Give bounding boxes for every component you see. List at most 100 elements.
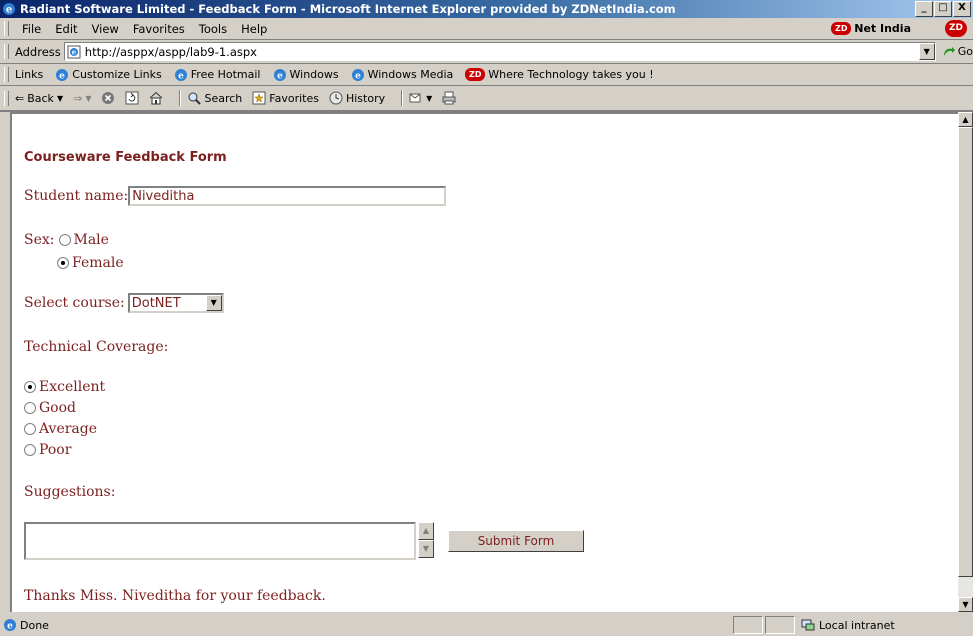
stop-button[interactable]	[101, 91, 115, 105]
mail-icon	[409, 93, 421, 103]
coverage-poor-radio[interactable]	[24, 444, 36, 456]
zone-label: Local intranet	[819, 618, 895, 632]
links-label: Links	[15, 68, 44, 81]
coverage-heading-row: Technical Coverage:	[24, 339, 168, 355]
status-text: Done	[20, 618, 49, 632]
coverage-good-row: Good	[24, 400, 76, 416]
link-windows-media[interactable]: e Windows Media	[351, 68, 454, 82]
textarea-scrollbar[interactable]: ▲ ▼	[418, 522, 434, 560]
student-name-input[interactable]: Niveditha	[128, 186, 447, 206]
chevron-down-icon[interactable]: ▼	[57, 94, 63, 103]
status-bar: e Done Local intranet	[0, 614, 973, 636]
scroll-thumb[interactable]	[958, 127, 973, 577]
toolbar-grip[interactable]	[4, 90, 9, 106]
suggestions-row: ▲ ▼ Submit Form	[24, 522, 584, 560]
link-label: Windows Media	[367, 68, 454, 81]
sex-female-label: Female	[72, 255, 124, 271]
forward-button[interactable]: ⇒ ▼	[73, 92, 91, 105]
sex-female-radio[interactable]	[57, 257, 69, 269]
scroll-down-icon[interactable]: ▼	[418, 540, 434, 558]
coverage-label: Technical Coverage:	[24, 339, 169, 355]
page-content: Courseware Feedback Form Student name: N…	[10, 112, 958, 612]
menu-edit[interactable]: Edit	[48, 22, 84, 36]
maximize-button[interactable]: □	[934, 1, 952, 17]
favorites-button[interactable]: Favorites	[252, 91, 319, 105]
svg-text:e: e	[59, 71, 65, 81]
link-where-technology[interactable]: ZD Where Technology takes you !	[465, 68, 654, 81]
links-grip[interactable]	[4, 67, 9, 82]
coverage-average-radio[interactable]	[24, 423, 36, 435]
scroll-up-icon[interactable]: ▲	[418, 522, 434, 540]
coverage-average-label: Average	[39, 421, 98, 437]
stop-icon	[102, 92, 115, 104]
back-button[interactable]: ⇐ Back ▼	[15, 92, 63, 105]
toolbar-separator	[179, 90, 182, 106]
zd-throbber-icon: ZD	[945, 20, 967, 37]
refresh-icon	[125, 91, 139, 105]
coverage-poor-row: Poor	[24, 442, 71, 458]
ie-page-icon: e	[351, 68, 364, 81]
link-free-hotmail[interactable]: e Free Hotmail	[174, 68, 261, 82]
toolbar-separator	[401, 90, 404, 106]
sex-male-radio[interactable]	[58, 234, 71, 246]
suggestions-textarea[interactable]	[24, 522, 416, 560]
coverage-excellent-label: Excellent	[39, 379, 106, 395]
printer-icon	[442, 91, 456, 105]
submit-button[interactable]: Submit Form	[448, 530, 584, 552]
print-button[interactable]	[442, 91, 456, 105]
minimize-button[interactable]: _	[915, 1, 933, 17]
course-select[interactable]: DotNET ▼	[127, 293, 224, 313]
refresh-button[interactable]	[125, 91, 139, 105]
page-icon: e	[67, 45, 81, 58]
search-label: Search	[204, 91, 243, 105]
coverage-good-radio[interactable]	[24, 402, 36, 414]
address-label: Address	[14, 44, 61, 59]
chevron-down-icon[interactable]: ▼	[918, 43, 935, 60]
history-button[interactable]: History	[329, 91, 385, 105]
link-label: Free Hotmail	[190, 68, 261, 81]
mail-button[interactable]: ▼	[409, 91, 432, 105]
menu-favorites[interactable]: Favorites	[126, 22, 192, 36]
menu-file[interactable]: File	[15, 22, 48, 36]
links-bar: Links e Customize Links e Free Hotmail e…	[0, 64, 973, 86]
page-scrollbar[interactable]: ▲ ▼	[958, 112, 973, 612]
home-button[interactable]	[149, 91, 163, 105]
scroll-up-icon[interactable]: ▲	[958, 112, 973, 127]
chevron-down-icon[interactable]: ▼	[426, 94, 432, 103]
student-row: Student name: Niveditha	[24, 186, 447, 206]
svg-text:e: e	[355, 71, 361, 81]
coverage-excellent-radio[interactable]	[24, 381, 36, 393]
title-bar: e Radiant Software Limited - Feedback Fo…	[0, 0, 973, 18]
scroll-down-icon[interactable]: ▼	[958, 597, 973, 612]
chevron-down-icon[interactable]: ▼	[85, 94, 91, 103]
link-customize-links[interactable]: e Customize Links	[55, 68, 162, 82]
link-label: Windows	[289, 68, 339, 81]
close-button[interactable]: X	[953, 1, 971, 17]
student-label: Student name:	[24, 188, 129, 204]
ie-logo-icon: e	[3, 3, 15, 16]
address-grip[interactable]	[4, 44, 9, 59]
ie-page-icon: e	[174, 68, 187, 81]
suggestions-heading-row: Suggestions:	[24, 484, 115, 500]
course-value: DotNET	[131, 295, 181, 311]
svg-text:e: e	[178, 71, 184, 81]
menu-tools[interactable]: Tools	[192, 22, 234, 36]
sex-female-row: Female	[57, 255, 124, 271]
go-button[interactable]: Go	[942, 45, 973, 59]
back-arrow-icon: ⇐	[15, 91, 25, 105]
coverage-poor-label: Poor	[39, 442, 72, 458]
go-arrow-icon	[943, 46, 955, 56]
chevron-down-icon[interactable]: ▼	[205, 295, 222, 311]
thanks-message: Thanks Miss. Niveditha for your feedback…	[24, 588, 326, 604]
menu-help[interactable]: Help	[234, 22, 274, 36]
link-windows[interactable]: e Windows	[273, 68, 339, 82]
address-input[interactable]: e http://asppx/aspp/lab9-1.aspx ▼	[63, 42, 936, 61]
coverage-good-label: Good	[39, 400, 77, 416]
search-button[interactable]: Search	[187, 91, 242, 105]
toolbar-grip[interactable]	[4, 21, 9, 36]
ie-window: e Radiant Software Limited - Feedback Fo…	[0, 0, 973, 636]
address-bar: Address e http://asppx/aspp/lab9-1.aspx …	[0, 40, 973, 64]
menu-view[interactable]: View	[85, 22, 126, 36]
back-label: Back	[27, 91, 54, 105]
address-url: http://asppx/aspp/lab9-1.aspx	[84, 44, 257, 59]
